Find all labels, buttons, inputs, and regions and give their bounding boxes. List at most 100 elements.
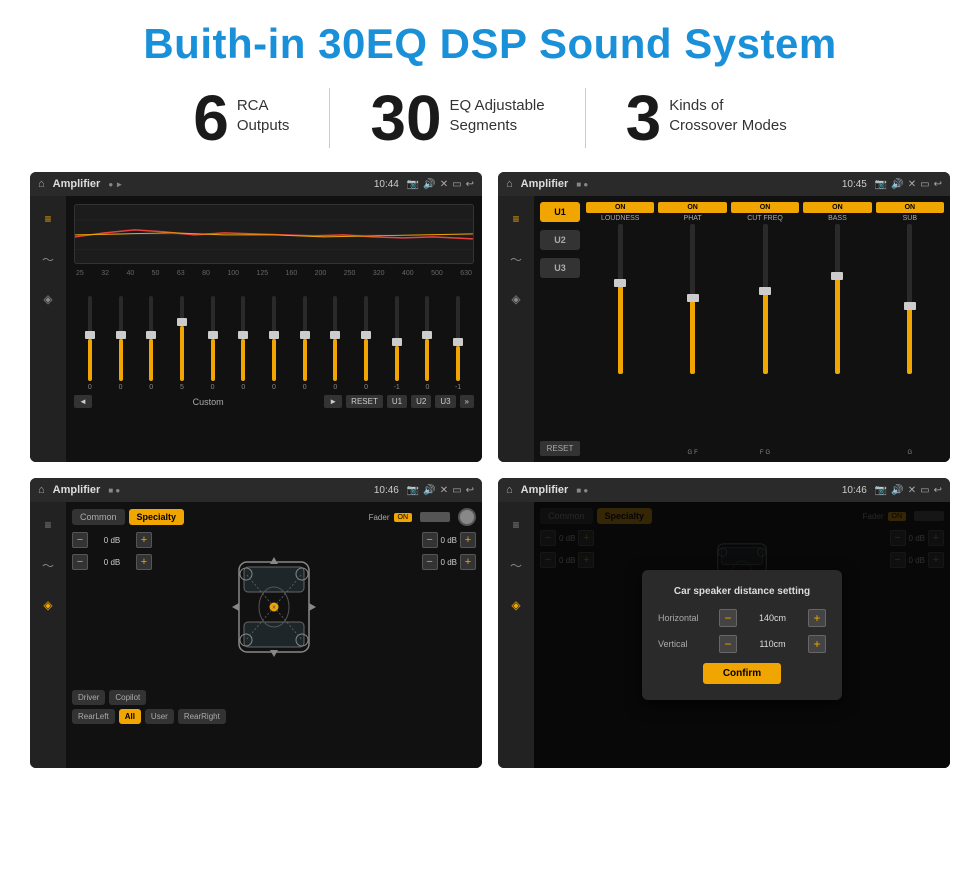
dialog-topbar: ⌂ Amplifier ■ ● 10:46 📷🔊✕▭↩ [498, 478, 950, 502]
speaker-row2: RearLeft All User RearRight [72, 709, 476, 724]
crossover-u3-btn[interactable]: U3 [540, 258, 580, 278]
eq-slider-1: 0 [76, 296, 104, 391]
dialog-main: Common Specialty Fader ON −0 dB+ −0 dB+ [534, 502, 950, 768]
dialog-sidebar-wave-icon: 〜 [505, 554, 527, 576]
channel-loudness: ON LOUDNESS [586, 202, 654, 456]
stat-rca-number: 6 [193, 86, 229, 150]
eq-topbar: ⌂ Amplifier ● ► 10:44 📷🔊✕▭↩ [30, 172, 482, 196]
crossover-sidebar-speaker-icon: ◈ [505, 288, 527, 310]
sp-minus-2[interactable]: − [72, 554, 88, 570]
bass-on-btn[interactable]: ON [803, 202, 871, 213]
eq-u2-btn[interactable]: U2 [411, 395, 431, 408]
eq-screen: ⌂ Amplifier ● ► 10:44 📷🔊✕▭↩ ≡ 〜 ◈ [30, 172, 482, 462]
eq-u1-btn[interactable]: U1 [387, 395, 407, 408]
eq-expand-btn[interactable]: » [460, 395, 474, 408]
sp-val-2: 0 dB [91, 558, 133, 567]
fader-row: Common Specialty Fader ON [72, 508, 476, 526]
sp-minus-4[interactable]: − [422, 554, 438, 570]
eq-u3-btn[interactable]: U3 [435, 395, 455, 408]
cutfreq-slider [731, 224, 799, 448]
rearleft-btn[interactable]: RearLeft [72, 709, 115, 724]
crossover-u1-btn[interactable]: U1 [540, 202, 580, 222]
eq-slider-11: -1 [383, 296, 411, 391]
specialty-tab[interactable]: Specialty [129, 509, 185, 525]
eq-freq-labels: 2532405063 80100125160200 25032040050063… [74, 270, 474, 277]
sp-plus-1[interactable]: + [136, 532, 152, 548]
channel-cutfreq: ON CUT FREQ FG [731, 202, 799, 456]
eq-sliders: 0 0 0 5 [74, 281, 474, 391]
eq-topbar-title: Amplifier [53, 178, 101, 190]
crossover-sidebar: ≡ 〜 ◈ [498, 196, 534, 462]
channel-sub: ON SUB G [876, 202, 944, 456]
crossover-reset-btn[interactable]: RESET [540, 441, 580, 456]
eq-slider-6: 0 [229, 296, 257, 391]
eq-sidebar-eq-icon: ≡ [37, 208, 59, 230]
crossover-u-buttons: U1 U2 U3 RESET [540, 202, 580, 456]
speaker-topbar: ⌂ Amplifier ■ ● 10:46 📷🔊✕▭↩ [30, 478, 482, 502]
speaker-controls-right: − 0 dB + − 0 dB + [396, 532, 476, 682]
eq-slider-9: 0 [322, 296, 350, 391]
dialog-sidebar-speaker-icon: ◈ [505, 594, 527, 616]
confirm-button[interactable]: Confirm [703, 663, 781, 684]
user-btn[interactable]: User [145, 709, 174, 724]
stat-crossover-number: 3 [626, 86, 662, 150]
horizontal-row: Horizontal − 140cm + [658, 609, 826, 627]
vertical-value: 110cm [743, 639, 802, 649]
sp-minus-3[interactable]: − [422, 532, 438, 548]
loudness-slider [586, 224, 654, 456]
crossover-u2-btn[interactable]: U2 [540, 230, 580, 250]
phat-slider [658, 224, 726, 448]
eq-play-btn[interactable]: ► [324, 395, 342, 408]
eq-slider-7: 0 [260, 296, 288, 391]
speaker-sidebar-speaker-icon: ◈ [37, 594, 59, 616]
stat-rca-label: RCA Outputs [237, 86, 290, 135]
crossover-topbar-icons: 📷🔊✕▭↩ [875, 179, 942, 190]
stats-row: 6 RCA Outputs 30 EQ Adjustable Segments … [30, 86, 950, 150]
dialog-sidebar-eq-icon: ≡ [505, 514, 527, 536]
sp-val-1: 0 dB [91, 536, 133, 545]
loudness-on-btn[interactable]: ON [586, 202, 654, 213]
horizontal-minus-btn[interactable]: − [719, 609, 737, 627]
screenshots-grid: ⌂ Amplifier ● ► 10:44 📷🔊✕▭↩ ≡ 〜 ◈ [30, 172, 950, 768]
speaker-home-icon: ⌂ [38, 484, 45, 496]
driver-btn[interactable]: Driver [72, 690, 105, 705]
speaker-main: Common Specialty Fader ON − 0 dB [66, 502, 482, 768]
vertical-minus-btn[interactable]: − [719, 635, 737, 653]
sp-plus-3[interactable]: + [460, 532, 476, 548]
stat-crossover: 3 Kinds of Crossover Modes [586, 86, 827, 150]
eq-slider-5: 0 [199, 296, 227, 391]
crossover-screen: ⌂ Amplifier ■ ● 10:45 📷🔊✕▭↩ ≡ 〜 ◈ U1 U2 [498, 172, 950, 462]
dialog-topbar-title: Amplifier [521, 484, 569, 496]
horizontal-label: Horizontal [658, 613, 713, 623]
sp-plus-4[interactable]: + [460, 554, 476, 570]
sp-plus-2[interactable]: + [136, 554, 152, 570]
home-icon: ⌂ [38, 178, 45, 190]
sp-minus-1[interactable]: − [72, 532, 88, 548]
rearright-btn[interactable]: RearRight [178, 709, 226, 724]
common-tab[interactable]: Common [72, 509, 125, 525]
horizontal-plus-btn[interactable]: + [808, 609, 826, 627]
crossover-channels: ON LOUDNESS ON PH [586, 202, 944, 456]
speaker-copilot-btn[interactable]: Copilot [109, 690, 146, 705]
cutfreq-on-btn[interactable]: ON [731, 202, 799, 213]
speaker-controls-left: − 0 dB + − 0 dB + [72, 532, 152, 682]
sub-on-btn[interactable]: ON [876, 202, 944, 213]
crossover-topbar-title: Amplifier [521, 178, 569, 190]
eq-slider-3: 0 [137, 296, 165, 391]
eq-slider-12: 0 [414, 296, 442, 391]
phat-label: PHAT [684, 215, 702, 222]
eq-reset-btn[interactable]: RESET [346, 395, 383, 408]
dialog-topbar-icons: 📷🔊✕▭↩ [875, 485, 942, 496]
eq-slider-2: 0 [107, 296, 135, 391]
dialog-topbar-time: 10:46 [842, 485, 867, 496]
phat-on-btn[interactable]: ON [658, 202, 726, 213]
stat-eq: 30 EQ Adjustable Segments [330, 86, 584, 150]
sub-slider [876, 224, 944, 448]
cutfreq-label: CUT FREQ [747, 215, 783, 222]
fader-knob[interactable] [458, 508, 476, 526]
vertical-plus-btn[interactable]: + [808, 635, 826, 653]
eq-prev-btn[interactable]: ◄ [74, 395, 92, 408]
channel-bass: ON BASS [803, 202, 871, 456]
stat-crossover-label: Kinds of Crossover Modes [669, 86, 787, 135]
all-btn[interactable]: All [119, 709, 141, 724]
